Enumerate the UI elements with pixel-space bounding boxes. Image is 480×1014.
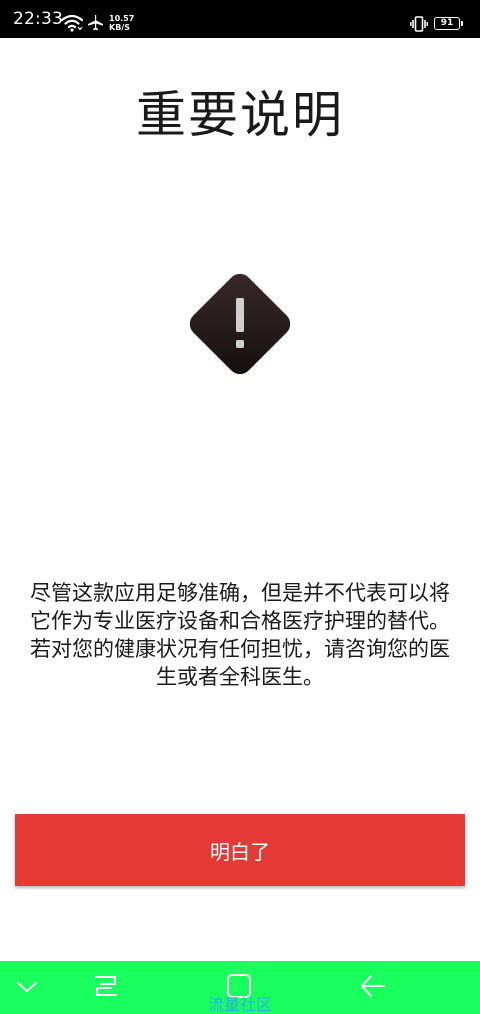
warning-exclamation-icon: [174, 258, 306, 390]
status-time: 22:33: [13, 9, 63, 29]
page-title: 重要说明: [136, 86, 344, 144]
battery-level: 91: [440, 18, 454, 28]
notice-paragraph: 尽管这款应用足够准确，但是并不代表可以将它作为专业医疗设备和合格医疗护理的替代。: [30, 581, 450, 633]
nav-back-button[interactable]: [355, 971, 391, 1005]
battery-icon: 91: [434, 17, 463, 30]
notice-text: 尽管这款应用足够准确，但是并不代表可以将它作为专业医疗设备和合格医疗护理的替代。…: [20, 579, 460, 691]
vibrate-icon: [410, 15, 428, 37]
confirm-button[interactable]: 明白了: [15, 814, 465, 886]
recents-icon: [92, 973, 120, 1003]
net-speed-value: 10.57: [109, 14, 135, 23]
nav-recents-button[interactable]: [88, 971, 124, 1005]
net-speed: 10.57 KB/S: [109, 14, 134, 32]
notice-paragraph: 若对您的健康状况有任何担忧，请咨询您的医生或者全科医生。: [30, 637, 450, 689]
status-bar: 22:33 10.57 KB/S 91: [0, 0, 480, 38]
chevron-down-icon: [16, 979, 38, 998]
wifi-icon: [60, 14, 84, 36]
screen: 22:33 10.57 KB/S 91 重要说明 尽管这款应用足够准确，但是并不…: [0, 0, 480, 1014]
watermark-text: 流量社区: [207, 995, 272, 1014]
nav-chevron-down-button[interactable]: [9, 971, 45, 1005]
net-speed-unit: KB/S: [109, 23, 130, 32]
back-icon: [359, 973, 387, 1003]
airplane-icon: [86, 14, 104, 36]
